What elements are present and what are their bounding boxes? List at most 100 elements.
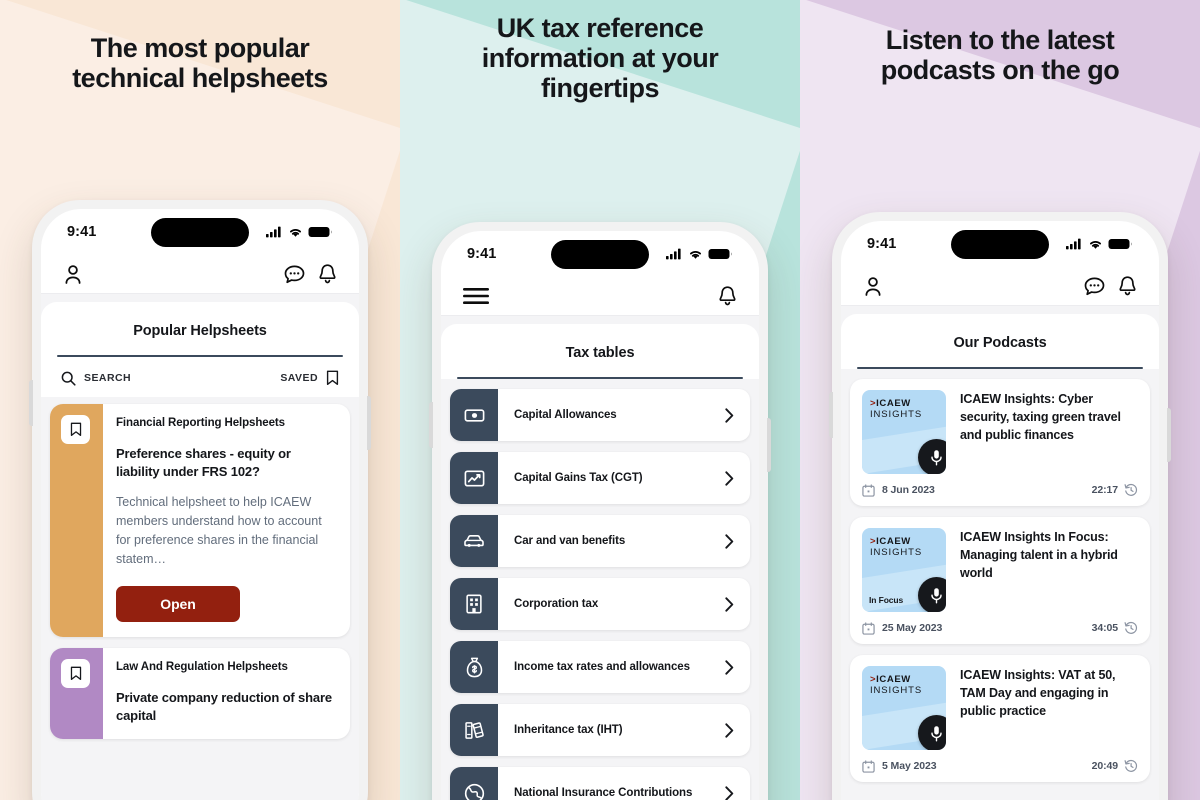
bell-icon[interactable]	[1118, 275, 1137, 297]
podcast-card[interactable]: >ICAEW INSIGHTS ICAEW Insights: Cyber se…	[850, 379, 1150, 506]
cellular-signal-icon	[666, 248, 681, 260]
microphone-play-button[interactable]	[918, 577, 946, 612]
icaew-insights-logo: >ICAEW INSIGHTS	[870, 537, 922, 559]
logo-line-2: INSIGHTS	[870, 684, 923, 696]
microphone-icon	[931, 450, 942, 466]
chat-icon[interactable]	[284, 265, 305, 284]
logo-line-2: INSIGHTS	[870, 546, 923, 558]
battery-icon	[308, 227, 332, 237]
tax-row-label: Inheritance tax (IHT)	[514, 724, 623, 736]
helpsheet-card[interactable]: Financial Reporting Helpsheets Preferenc…	[50, 404, 350, 638]
status-bar: 9:41	[41, 209, 359, 255]
microphone-icon	[931, 588, 942, 604]
books-icon	[450, 704, 498, 756]
search-label: SEARCH	[84, 372, 132, 384]
podcast-card-top: >ICAEW INSIGHTS ICAEW Insights: Cyber se…	[862, 390, 1138, 474]
app-bar	[41, 255, 359, 294]
card-stripe	[50, 648, 103, 740]
tax-row-income-tax-rates[interactable]: Income tax rates and allowances	[450, 641, 750, 693]
card-stripe	[50, 404, 103, 638]
icaew-insights-logo: >ICAEW INSIGHTS	[870, 399, 922, 421]
logo-line-2: INSIGHTS	[870, 408, 923, 420]
podcast-title: ICAEW Insights: Cyber security, taxing g…	[960, 392, 1121, 442]
money-bag-icon	[450, 641, 498, 693]
podcast-list[interactable]: >ICAEW INSIGHTS ICAEW Insights: Cyber se…	[841, 369, 1159, 800]
helpsheet-card[interactable]: Law And Regulation Helpsheets Private co…	[50, 648, 350, 740]
tax-row-capital-allowances[interactable]: Capital Allowances	[450, 389, 750, 441]
podcast-meta: 8 Jun 2023 22:17	[862, 483, 1138, 497]
podcast-date-group: 25 May 2023	[862, 621, 943, 635]
bookmark-icon	[70, 666, 81, 681]
app-bar	[841, 267, 1159, 306]
content-sheet: Popular Helpsheets SEARCH SAVED Financia…	[41, 302, 359, 800]
microphone-play-button[interactable]	[918, 715, 946, 750]
podcast-card-top: >ICAEW INSIGHTS ICAEW Insights: VAT at 5…	[862, 666, 1138, 750]
card-body: Financial Reporting Helpsheets Preferenc…	[103, 404, 350, 637]
card-category: Law And Regulation Helpsheets	[116, 661, 288, 674]
chevron-right-icon	[725, 641, 750, 693]
podcast-title: ICAEW Insights In Focus: Managing talent…	[960, 530, 1118, 580]
history-clock-icon	[1124, 621, 1138, 634]
search-row: SEARCH SAVED	[41, 357, 359, 397]
tax-table-list[interactable]: Capital Allowances Capital Gains Tax (CG…	[441, 379, 759, 800]
page-title: Tax tables	[565, 345, 635, 361]
status-icons	[1066, 238, 1133, 250]
phone-screen-2: 9:41 Tax tables Capital Allowances Capit…	[441, 231, 759, 800]
open-button[interactable]: Open	[116, 586, 240, 623]
podcast-date: 25 May 2023	[882, 622, 943, 634]
search-control[interactable]: SEARCH	[61, 371, 131, 386]
podcast-card[interactable]: >ICAEW INSIGHTS In Focus ICAEW Insights …	[850, 517, 1150, 644]
dynamic-island	[151, 218, 249, 247]
tax-row-label: Corporation tax	[514, 598, 599, 610]
podcast-thumbnail: >ICAEW INSIGHTS In Focus	[862, 528, 946, 612]
page-title: Popular Helpsheets	[133, 323, 267, 339]
bell-icon[interactable]	[718, 285, 737, 307]
building-icon	[450, 578, 498, 630]
podcast-title: ICAEW Insights: VAT at 50, TAM Day and e…	[960, 668, 1116, 718]
bookmark-button[interactable]	[61, 659, 90, 689]
podcast-date-group: 8 Jun 2023	[862, 483, 935, 497]
page-title: Our Podcasts	[953, 335, 1047, 351]
tax-row-inheritance-tax[interactable]: Inheritance tax (IHT)	[450, 704, 750, 756]
saved-control[interactable]: SAVED	[280, 370, 339, 386]
microphone-play-button[interactable]	[918, 439, 946, 474]
podcast-card[interactable]: >ICAEW INSIGHTS ICAEW Insights: VAT at 5…	[850, 655, 1150, 782]
podcast-duration-group: 22:17	[1092, 483, 1138, 497]
card-title: Preference shares - equity or liability …	[116, 446, 291, 479]
chat-icon[interactable]	[1084, 277, 1105, 296]
dynamic-island	[951, 230, 1049, 259]
tax-row-national-insurance[interactable]: National Insurance Contributions	[450, 767, 750, 800]
podcast-card-top: >ICAEW INSIGHTS In Focus ICAEW Insights …	[862, 528, 1138, 612]
logo-line-1: >ICAEW	[870, 398, 911, 409]
hamburger-menu-icon[interactable]	[463, 287, 489, 305]
content-sheet: Our Podcasts >ICAEW INSIGHTS ICAEW Insig…	[841, 314, 1159, 800]
panel-tax-tables: UK tax reference information at your finge…	[400, 0, 800, 800]
banknote-icon	[450, 389, 498, 441]
bookmark-button[interactable]	[61, 415, 90, 444]
content-sheet: Tax tables Capital Allowances Capital Ga…	[441, 324, 759, 800]
bell-icon[interactable]	[318, 263, 337, 285]
app-bar	[441, 277, 759, 316]
calendar-icon	[862, 759, 875, 773]
dynamic-island	[551, 240, 649, 269]
podcast-duration: 20:49	[1091, 760, 1118, 772]
status-icons	[266, 226, 333, 238]
chevron-right-icon	[725, 515, 750, 567]
tax-row-label: Capital Gains Tax (CGT)	[514, 472, 643, 484]
podcast-thumbnail: >ICAEW INSIGHTS	[862, 390, 946, 474]
status-icons	[666, 248, 733, 260]
person-icon[interactable]	[63, 264, 83, 285]
status-bar: 9:41	[441, 231, 759, 277]
tax-row-corporation-tax[interactable]: Corporation tax	[450, 578, 750, 630]
helpsheet-card-list[interactable]: Financial Reporting Helpsheets Preferenc…	[41, 397, 359, 800]
promo-screenshot: The most popular technical helpsheets 9:4…	[0, 0, 1200, 800]
person-icon[interactable]	[863, 276, 883, 297]
tax-row-label: Capital Allowances	[514, 409, 617, 421]
car-icon	[450, 515, 498, 567]
wifi-icon	[1090, 241, 1101, 249]
podcast-date-group: 5 May 2023	[862, 759, 937, 773]
tax-row-car-and-van-benefits[interactable]: Car and van benefits	[450, 515, 750, 567]
wifi-icon	[690, 251, 701, 259]
saved-label: SAVED	[280, 372, 318, 384]
tax-row-capital-gains-tax[interactable]: Capital Gains Tax (CGT)	[450, 452, 750, 504]
